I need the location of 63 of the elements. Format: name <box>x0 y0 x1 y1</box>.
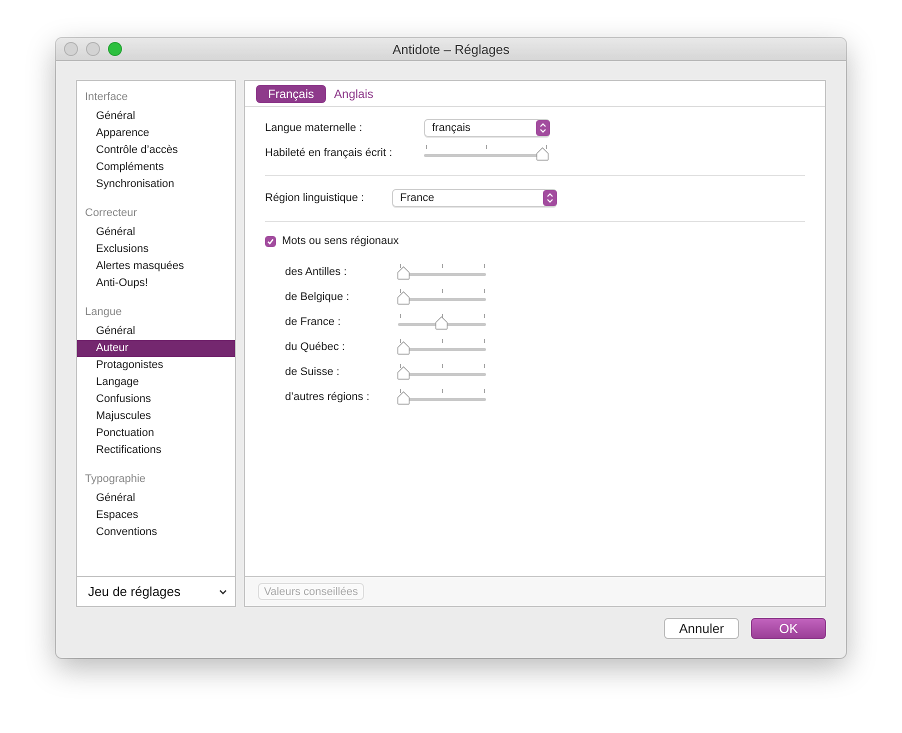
slider[interactable] <box>398 313 486 331</box>
slider[interactable] <box>398 338 486 356</box>
slider[interactable] <box>398 288 486 306</box>
sidebar-item[interactable]: Apparence <box>77 125 235 142</box>
preset-menu[interactable]: Jeu de réglages <box>77 577 235 606</box>
region-label: de Suisse : <box>285 366 340 378</box>
sidebar-item[interactable]: Anti-Oups! <box>77 275 235 292</box>
sidebar-item[interactable]: Conventions <box>77 524 235 541</box>
sidebar-item[interactable]: Synchronisation <box>77 176 235 193</box>
popup-menu[interactable]: français <box>424 119 550 137</box>
sidebar-item[interactable]: Général <box>77 224 235 241</box>
sidebar-item[interactable]: Rectifications <box>77 442 235 459</box>
region-label: d’autres régions : <box>285 391 370 403</box>
sidebar-section-header: Correcteur <box>84 206 137 221</box>
sidebar-item[interactable]: Protagonistes <box>77 357 235 374</box>
popup-menu[interactable]: France <box>392 189 557 207</box>
region-label: de Belgique : <box>285 291 350 303</box>
region-label: du Québec : <box>285 341 346 353</box>
slider-thumb[interactable] <box>397 341 410 355</box>
sidebar-item[interactable]: Général <box>77 323 235 340</box>
slider[interactable] <box>398 388 486 406</box>
field-label: Langue maternelle : <box>265 122 364 134</box>
sidebar-item[interactable]: Langage <box>77 374 235 391</box>
sidebar-item[interactable]: Général <box>77 108 235 125</box>
field-label: Habileté en français écrit : <box>265 147 394 159</box>
checkbox[interactable] <box>265 236 276 246</box>
sidebar-item[interactable]: Contrôle d’accès <box>77 142 235 159</box>
close-button[interactable] <box>64 42 78 56</box>
stepper-arrows-icon <box>536 120 550 136</box>
slider-thumb[interactable] <box>435 316 448 330</box>
region-label: de France : <box>285 316 342 328</box>
sidebar-item[interactable]: Majuscules <box>77 408 235 425</box>
sidebar-item[interactable]: Ponctuation <box>77 425 235 442</box>
language-tab[interactable]: Anglais <box>334 84 374 102</box>
sidebar-section-header: Langue <box>84 305 122 320</box>
sidebar-section-header: Interface <box>84 90 128 105</box>
slider[interactable] <box>424 144 548 162</box>
sidebar-item[interactable]: Exclusions <box>77 241 235 258</box>
window-title: Antidote – Réglages <box>392 42 510 56</box>
slider-thumb[interactable] <box>397 266 410 280</box>
field-label: Région linguistique : <box>265 192 366 204</box>
sidebar-item[interactable]: Alertes masquées <box>77 258 235 275</box>
cancel-button[interactable]: Annuler <box>664 618 739 639</box>
minimize-button[interactable] <box>86 42 100 56</box>
checkbox-label: Mots ou sens régionaux <box>282 235 399 247</box>
slider[interactable] <box>398 363 486 381</box>
slider-thumb[interactable] <box>536 147 549 161</box>
stepper-arrows-icon <box>543 190 557 206</box>
region-label: des Antilles : <box>285 266 348 278</box>
sidebar-item[interactable]: Espaces <box>77 507 235 524</box>
zoom-button[interactable] <box>108 42 122 56</box>
slider[interactable] <box>398 263 486 281</box>
chevron-down-icon <box>219 588 227 594</box>
ok-button[interactable]: OK <box>751 618 826 639</box>
sidebar-item[interactable]: Confusions <box>77 391 235 408</box>
sidebar-item[interactable]: Général <box>77 490 235 507</box>
language-tab[interactable]: Français <box>256 84 326 102</box>
slider-thumb[interactable] <box>397 291 410 305</box>
sidebar-section-header: Typographie <box>84 472 146 487</box>
slider-thumb[interactable] <box>397 391 410 405</box>
slider-thumb[interactable] <box>397 366 410 380</box>
sidebar-item[interactable]: Auteur <box>77 340 235 357</box>
sidebar-item[interactable]: Compléments <box>77 159 235 176</box>
